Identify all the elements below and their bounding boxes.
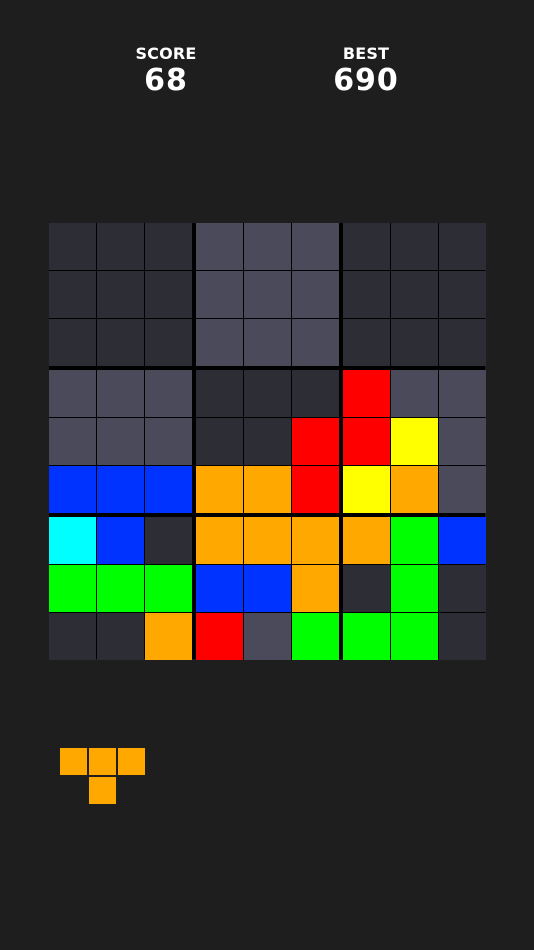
green-block[interactable] [97,565,144,612]
blue-block[interactable] [97,466,144,513]
empty-cell[interactable] [145,517,192,564]
green-block[interactable] [49,565,96,612]
empty-cell[interactable] [196,319,243,366]
blue-block[interactable] [244,565,291,612]
red-block[interactable] [196,613,243,660]
empty-cell[interactable] [97,370,144,417]
piece-block[interactable] [89,748,116,775]
cyan-block[interactable] [49,517,96,564]
empty-cell[interactable] [439,223,486,270]
empty-cell[interactable] [439,319,486,366]
empty-cell[interactable] [196,370,243,417]
red-block[interactable] [343,370,390,417]
empty-cell[interactable] [145,271,192,318]
green-block[interactable] [292,613,339,660]
empty-cell[interactable] [343,565,390,612]
yellow-block[interactable] [343,466,390,513]
empty-cell[interactable] [391,223,438,270]
score-label: SCORE [135,44,197,63]
empty-cell[interactable] [244,418,291,465]
blue-block[interactable] [439,517,486,564]
empty-cell[interactable] [196,418,243,465]
green-block[interactable] [145,565,192,612]
orange-block[interactable] [343,517,390,564]
empty-cell[interactable] [244,223,291,270]
empty-cell[interactable] [439,370,486,417]
red-block[interactable] [292,418,339,465]
empty-cell[interactable] [343,223,390,270]
empty-cell[interactable] [145,223,192,270]
empty-cell[interactable] [292,319,339,366]
empty-cell[interactable] [244,319,291,366]
empty-cell[interactable] [439,271,486,318]
red-block[interactable] [343,418,390,465]
orange-block[interactable] [196,466,243,513]
best-value: 690 [333,63,399,98]
empty-cell[interactable] [244,613,291,660]
blue-block[interactable] [196,565,243,612]
piece-block[interactable] [118,748,145,775]
empty-cell[interactable] [343,271,390,318]
green-block[interactable] [391,517,438,564]
piece-block[interactable] [60,748,87,775]
empty-cell[interactable] [196,223,243,270]
empty-cell[interactable] [343,319,390,366]
empty-cell[interactable] [145,418,192,465]
orange-block[interactable] [145,613,192,660]
empty-cell[interactable] [391,370,438,417]
best-label: BEST [342,44,390,63]
empty-cell[interactable] [439,466,486,513]
empty-cell[interactable] [391,271,438,318]
empty-cell[interactable] [292,370,339,417]
empty-cell[interactable] [391,319,438,366]
yellow-block[interactable] [391,418,438,465]
empty-cell[interactable] [196,271,243,318]
empty-cell[interactable] [292,271,339,318]
blue-block[interactable] [49,466,96,513]
green-block[interactable] [391,613,438,660]
empty-cell[interactable] [97,319,144,366]
empty-cell[interactable] [145,319,192,366]
orange-block[interactable] [391,466,438,513]
green-block[interactable] [343,613,390,660]
game-board[interactable] [49,223,486,660]
empty-cell[interactable] [97,223,144,270]
empty-cell[interactable] [439,613,486,660]
empty-cell[interactable] [49,370,96,417]
empty-cell[interactable] [244,271,291,318]
orange-block[interactable] [196,517,243,564]
orange-block[interactable] [244,466,291,513]
empty-cell[interactable] [97,271,144,318]
empty-cell[interactable] [97,613,144,660]
empty-cell[interactable] [49,319,96,366]
next-piece[interactable] [60,748,150,808]
orange-block[interactable] [292,517,339,564]
blue-block[interactable] [145,466,192,513]
orange-block[interactable] [244,517,291,564]
empty-cell[interactable] [49,418,96,465]
empty-cell[interactable] [292,223,339,270]
green-block[interactable] [391,565,438,612]
blue-block[interactable] [97,517,144,564]
empty-cell[interactable] [49,613,96,660]
score-value: 68 [144,63,188,98]
empty-cell[interactable] [97,418,144,465]
red-block[interactable] [292,466,339,513]
piece-block[interactable] [89,777,116,804]
best-score-display: BEST 690 [296,44,436,98]
empty-cell[interactable] [49,223,96,270]
score-display: SCORE 68 [96,44,236,98]
empty-cell[interactable] [145,370,192,417]
empty-cell[interactable] [439,565,486,612]
empty-cell[interactable] [49,271,96,318]
orange-block[interactable] [292,565,339,612]
empty-cell[interactable] [439,418,486,465]
empty-cell[interactable] [244,370,291,417]
